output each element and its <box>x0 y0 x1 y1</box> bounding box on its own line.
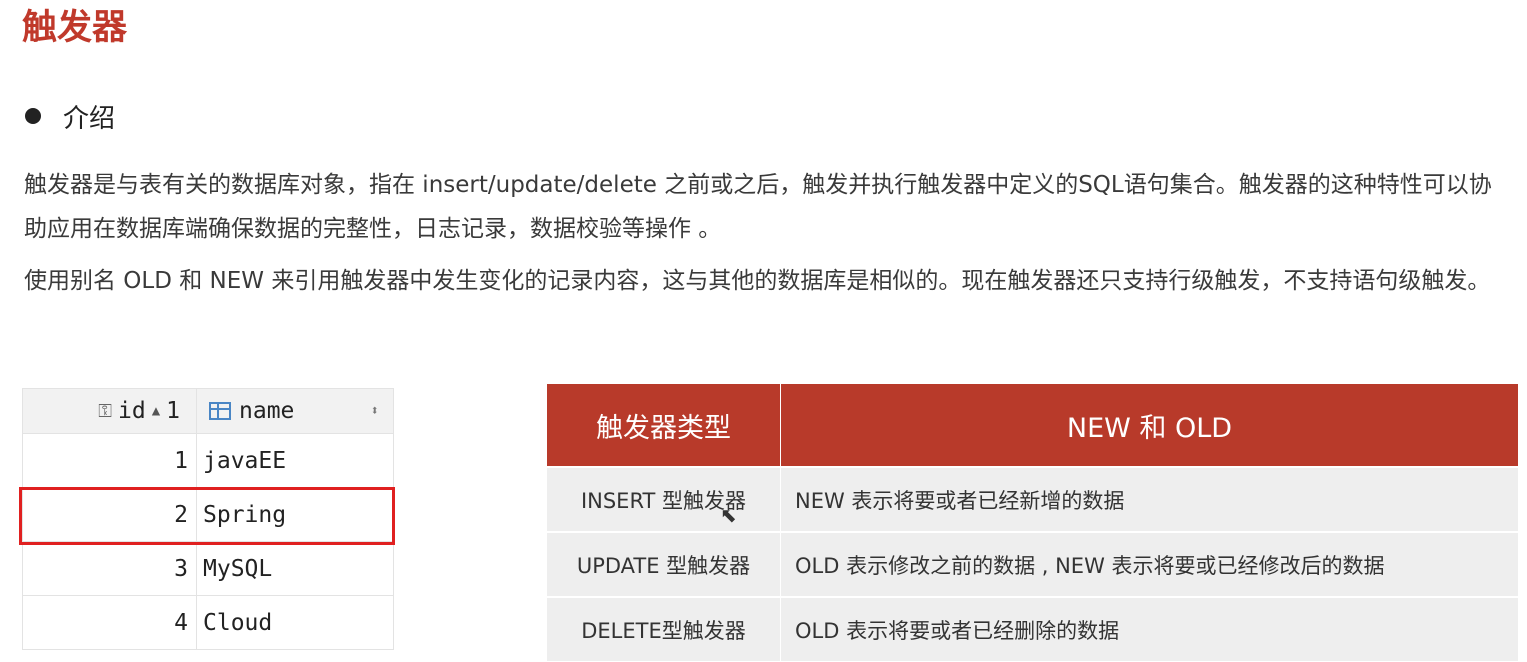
trigger-type-cell: DELETE型触发器 <box>546 596 781 662</box>
column-label-name: name <box>239 398 295 424</box>
header-trigger-type: 触发器类型 <box>546 383 781 468</box>
cell-id[interactable]: 4 <box>22 595 197 650</box>
grid-header-row: ⚿ id ▲ 1 name ⬍ <box>22 388 394 434</box>
trigger-desc-cell: NEW 表示将要或者已经新增的数据 <box>780 466 1519 533</box>
column-header-name[interactable]: name ⬍ <box>196 388 394 434</box>
table-row[interactable]: 1 javaEE <box>22 433 394 488</box>
sort-index: 1 <box>166 398 180 424</box>
table-row: INSERT 型触发器 NEW 表示将要或者已经新增的数据 <box>546 466 1519 533</box>
section-heading: 介绍 <box>25 96 115 136</box>
cell-name[interactable]: Cloud <box>196 595 394 650</box>
table-row[interactable]: 4 Cloud <box>22 595 394 650</box>
trigger-type-cell: INSERT 型触发器 <box>546 466 781 533</box>
section-label: 介绍 <box>63 103 116 134</box>
header-new-old: NEW 和 OLD <box>780 383 1519 468</box>
cell-name[interactable]: MySQL <box>196 541 394 596</box>
column-icon <box>209 402 231 420</box>
bullet-icon <box>25 108 41 124</box>
intro-paragraph: 触发器是与表有关的数据库对象，指在 insert/update/delete 之… <box>24 172 1492 242</box>
column-header-id[interactable]: ⚿ id ▲ 1 <box>22 388 197 434</box>
sort-ascending-icon[interactable]: ▲ <box>152 403 160 419</box>
sort-toggle-icon[interactable]: ⬍ <box>371 403 379 419</box>
trigger-desc-cell: OLD 表示将要或者已经删除的数据 <box>780 596 1519 662</box>
cell-id[interactable]: 1 <box>22 433 197 488</box>
trigger-type-cell: UPDATE 型触发器 <box>546 531 781 598</box>
table-row: UPDATE 型触发器 OLD 表示修改之前的数据 , NEW 表示将要或已经修… <box>546 531 1519 598</box>
column-label-id: id <box>118 398 146 424</box>
page-title: 触发器 <box>22 8 128 48</box>
alias-paragraph: 使用别名 OLD 和 NEW 来引用触发器中发生变化的记录内容，这与其他的数据库… <box>24 268 1491 294</box>
trigger-type-table: 触发器类型 NEW 和 OLD INSERT 型触发器 NEW 表示将要或者已经… <box>546 383 1519 662</box>
cell-name[interactable]: javaEE <box>196 433 394 488</box>
primary-key-icon: ⚿ <box>98 400 112 422</box>
trigger-desc-cell: OLD 表示修改之前的数据 , NEW 表示将要或已经修改后的数据 <box>780 531 1519 598</box>
cell-id[interactable]: 3 <box>22 541 197 596</box>
selected-row-highlight <box>19 487 395 545</box>
table-row[interactable]: 3 MySQL <box>22 541 394 596</box>
mouse-cursor-icon: ⬉ <box>720 503 737 527</box>
table-row: DELETE型触发器 OLD 表示将要或者已经删除的数据 <box>546 596 1519 662</box>
